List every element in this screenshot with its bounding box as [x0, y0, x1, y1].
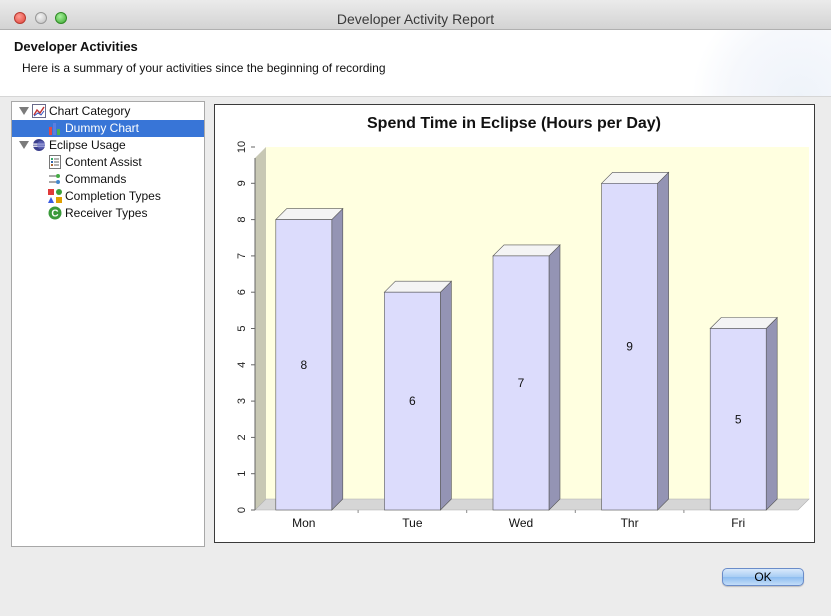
bar-chart: Spend Time in Eclipse (Hours per Day) 0 1 2… — [236, 115, 810, 530]
bar-side — [331, 207, 344, 511]
x-tick-label: Thr — [621, 516, 639, 530]
header-subtitle: Here is a summary of your activities sin… — [22, 61, 386, 75]
y-tick-label: 3 — [236, 398, 248, 404]
tree-item-dummy-chart[interactable]: Dummy Chart — [12, 120, 204, 137]
header-decoration — [691, 30, 831, 96]
x-tick-label: Tue — [402, 516, 423, 530]
tree-item-label: Content Assist — [65, 155, 142, 169]
bar-top — [600, 172, 670, 184]
dialog-header: Developer Activities Here is a summary o… — [0, 30, 831, 97]
y-tick-label: 5 — [236, 325, 248, 331]
expand-arrow-icon[interactable] — [19, 107, 29, 115]
title-bar[interactable]: Developer Activity Report — [0, 0, 831, 30]
bar-top — [383, 280, 453, 293]
category-tree[interactable]: Chart Category Dummy Chart Eclipse Usage… — [11, 101, 205, 547]
bar-side — [440, 280, 452, 511]
tree-item-commands[interactable]: Commands — [12, 171, 204, 188]
y-tick-label: 10 — [236, 141, 248, 153]
bar-value-label: 9 — [626, 340, 633, 354]
tree-item-receiver-types[interactable]: C Receiver Types — [12, 205, 204, 222]
bar-top — [492, 244, 561, 257]
tree-item-label: Chart Category — [49, 104, 131, 118]
y-tick-label: 6 — [236, 289, 248, 295]
commands-icon — [48, 172, 62, 186]
tree-item-chart-category[interactable]: Chart Category — [12, 103, 204, 120]
bar-side — [765, 316, 778, 511]
y-tick-label: 8 — [236, 217, 248, 223]
bar-top — [709, 317, 778, 329]
tree-item-label: Receiver Types — [65, 206, 148, 220]
y-tick-label: 0 — [236, 507, 248, 513]
y-tick-label: 4 — [236, 362, 248, 368]
x-tick-label: Wed — [509, 516, 533, 530]
tree-item-content-assist[interactable]: Content Assist — [12, 154, 204, 171]
chart-category-icon — [32, 104, 46, 118]
tree-item-label: Commands — [65, 172, 127, 186]
tree-item-label: Dummy Chart — [65, 121, 140, 135]
bar-top — [275, 208, 344, 220]
bar-value-label: 6 — [409, 394, 416, 408]
content-assist-icon — [48, 155, 62, 169]
x-tick-label: Mon — [292, 516, 315, 530]
bar-chart-icon — [48, 121, 62, 135]
receiver-types-icon: C — [48, 206, 62, 220]
tree-item-completion-types[interactable]: Completion Types — [12, 188, 204, 205]
y-tick-label: 7 — [236, 253, 248, 259]
bar-value-label: 7 — [518, 376, 525, 390]
bar-value-label: 5 — [735, 412, 742, 426]
tree-item-label: Completion Types — [65, 189, 161, 203]
y-tick-label: 9 — [236, 180, 248, 186]
ok-button[interactable]: OK — [722, 568, 804, 586]
bar-value-label: 8 — [300, 358, 307, 372]
eclipse-icon — [32, 138, 46, 152]
tree-item-eclipse-usage[interactable]: Eclipse Usage — [12, 137, 204, 154]
plot-left-wall — [255, 147, 266, 510]
report-window: Developer Activity Report Developer Acti… — [0, 0, 831, 616]
expand-arrow-icon[interactable] — [19, 141, 29, 149]
window-title: Developer Activity Report — [336, 11, 495, 27]
chart-panel: Spend Time in Eclipse (Hours per Day) 0 1 2… — [214, 104, 815, 543]
bar-side — [548, 244, 561, 511]
header-title: Developer Activities — [14, 39, 138, 54]
y-tick-label: 1 — [236, 471, 248, 477]
completion-types-icon — [48, 189, 62, 203]
chart-title: Spend Time in Eclipse (Hours per Day) — [367, 115, 661, 132]
svg-text:C: C — [51, 209, 58, 220]
bar-side — [657, 171, 669, 511]
tree-item-label: Eclipse Usage — [49, 138, 126, 152]
y-tick-label: 2 — [236, 434, 248, 440]
x-tick-label: Fri — [731, 516, 745, 530]
